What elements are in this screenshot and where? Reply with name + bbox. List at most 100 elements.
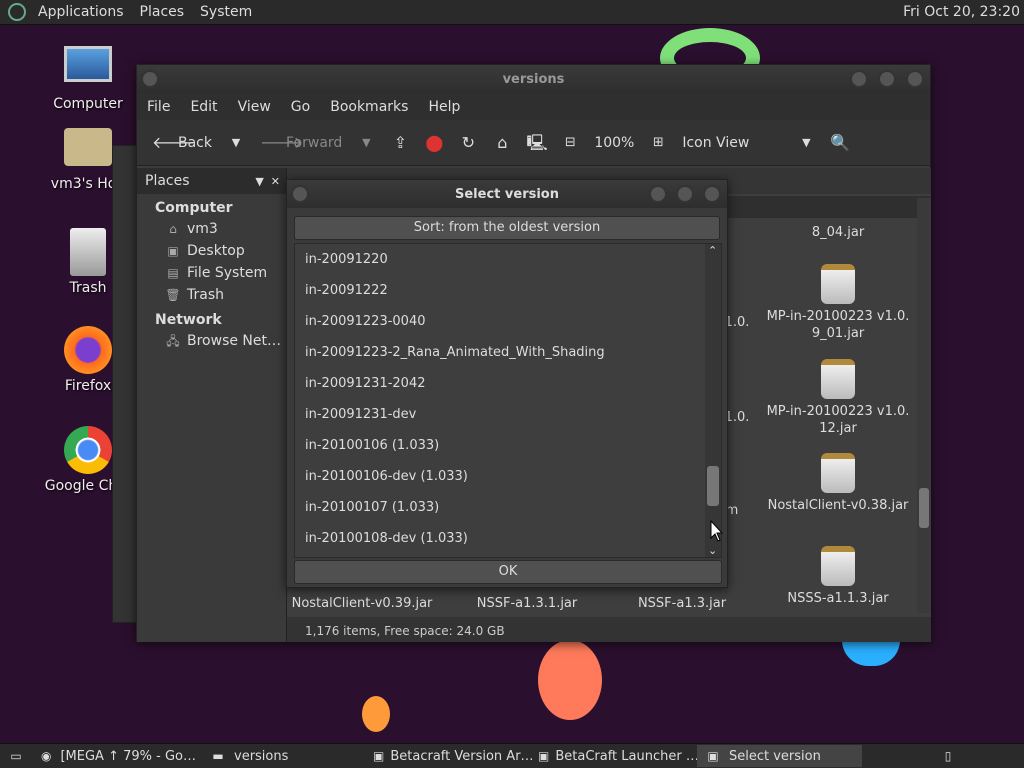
window-menu-button[interactable] xyxy=(291,185,309,203)
view-mode-dropdown[interactable]: ▼ xyxy=(791,133,821,153)
sidebar-item-browse-network[interactable]: 🖧 Browse Net… xyxy=(137,330,286,352)
ok-button[interactable]: OK xyxy=(294,560,722,584)
jar-file-icon xyxy=(821,546,855,586)
menu-system[interactable]: System xyxy=(192,4,260,20)
taskbar-item-versions[interactable]: ▬ versions xyxy=(202,745,367,767)
sidebar-item-desktop[interactable]: ▣ Desktop xyxy=(137,240,286,262)
app-icon: ▣ xyxy=(538,749,550,763)
menu-help[interactable]: Help xyxy=(418,99,470,115)
sidebar-header[interactable]: Places ▼ ✕ xyxy=(137,168,286,194)
zoom-in-button[interactable]: ⊞ xyxy=(643,133,673,153)
home-folder-icon xyxy=(64,128,112,166)
sidebar-item-vm3[interactable]: ⌂ vm3 xyxy=(137,218,286,240)
file-item[interactable]: NSSF-a1.3.1.jar xyxy=(452,595,602,612)
network-icon: 🖧 xyxy=(166,334,180,348)
minimize-button[interactable] xyxy=(850,70,868,88)
workspace-icon: ▯ xyxy=(944,749,952,763)
app-icon: ▣ xyxy=(373,749,385,763)
menu-places[interactable]: Places xyxy=(132,4,193,20)
version-list-scrollbar[interactable]: ⌃ ⌄ xyxy=(705,244,721,557)
home-button[interactable]: ⌂ xyxy=(487,133,517,153)
computer-button[interactable]: 🖳 xyxy=(521,133,551,153)
chrome-icon xyxy=(64,426,112,474)
sidebar-section-network: Network xyxy=(155,312,222,328)
search-button[interactable]: 🔍 xyxy=(825,133,855,153)
taskbar-item-select-version[interactable]: ▣ Select version xyxy=(697,745,862,767)
maximize-button[interactable] xyxy=(878,70,896,88)
app-icon: ▣ xyxy=(707,749,719,763)
menu-applications[interactable]: Applications xyxy=(30,4,132,20)
close-button[interactable] xyxy=(906,70,924,88)
file-item[interactable]: NSSF-a1.3.jar xyxy=(607,595,757,612)
minimize-button[interactable] xyxy=(649,185,667,203)
back-history-dropdown[interactable]: ▼ xyxy=(221,133,251,153)
chevron-down-icon[interactable]: ▼ ✕ xyxy=(255,175,280,188)
list-item[interactable]: in-20091222 xyxy=(295,275,721,306)
home-icon: ⌂ xyxy=(169,222,177,236)
zoom-out-button[interactable]: ⊟ xyxy=(555,133,585,153)
desktop-icon-label: Trash xyxy=(69,280,107,296)
forward-button[interactable]: 🡒 Forward xyxy=(255,133,347,153)
back-button[interactable]: 🡐 Back xyxy=(147,133,217,153)
list-item[interactable]: in-20100106 (1.033) xyxy=(295,430,721,461)
file-view-scrollbar[interactable] xyxy=(917,198,931,613)
computer-icon xyxy=(64,46,112,82)
sidebar-item-file-system[interactable]: ▤ File System xyxy=(137,262,286,284)
file-item[interactable]: NSSS-a1.1.3.jar xyxy=(763,546,913,607)
taskbar-item-betacraft-launcher[interactable]: ▣ BetaCraft Launcher … xyxy=(532,745,697,767)
up-button[interactable]: ⇪ xyxy=(385,133,415,153)
taskbar-item-mega[interactable]: ◉ [MEGA ↑ 79% - Go… xyxy=(32,745,202,767)
show-desktop-button[interactable]: ▭ xyxy=(0,745,32,767)
list-item[interactable]: in-20100106-dev (1.033) xyxy=(295,461,721,492)
reload-icon: ↻ xyxy=(461,132,476,152)
jar-file-icon xyxy=(821,453,855,493)
taskbar-item-betacraft-archive[interactable]: ▣ Betacraft Version Ar… xyxy=(367,745,532,767)
background-blob xyxy=(362,696,390,732)
list-item[interactable]: in-20100107 (1.033) xyxy=(295,492,721,523)
workspace-switcher[interactable]: ▯ xyxy=(932,745,964,767)
desktop-icon-computer[interactable]: Computer xyxy=(43,46,133,112)
list-item[interactable]: in-20091220 xyxy=(295,244,721,275)
taskbar: ▭ ◉ [MEGA ↑ 79% - Go… ▬ versions ▣ Betacraf… xyxy=(0,743,1024,768)
menu-view[interactable]: View xyxy=(228,99,281,115)
zoom-level[interactable]: 100% xyxy=(589,135,639,151)
forward-history-dropdown[interactable]: ▼ xyxy=(351,133,381,153)
file-item[interactable]: MP-in-20100223 v1.0. 12.jar xyxy=(763,359,913,437)
list-item[interactable]: in-20091231-2042 xyxy=(295,368,721,399)
dialog-titlebar[interactable]: Select version xyxy=(287,180,727,208)
sidebar-section-computer: Computer xyxy=(155,200,233,216)
view-mode-select[interactable]: Icon View xyxy=(677,135,787,151)
chevron-down-icon: ▼ xyxy=(231,135,241,149)
list-item[interactable]: in-20091231-dev xyxy=(295,399,721,430)
search-icon: 🔍 xyxy=(830,132,851,152)
window-menu-button[interactable] xyxy=(141,70,159,88)
list-item[interactable]: in-20091223-2_Rana_Animated_With_Shading xyxy=(295,337,721,368)
file-item[interactable]: 8_04.jar xyxy=(763,224,913,241)
zoom-out-icon: ⊟ xyxy=(564,134,576,150)
file-manager-titlebar[interactable]: versions xyxy=(137,65,930,93)
reload-button[interactable]: ↻ xyxy=(453,133,483,153)
menu-go[interactable]: Go xyxy=(281,99,320,115)
distro-logo-icon[interactable] xyxy=(8,3,26,21)
sort-order-button[interactable]: Sort: from the oldest version xyxy=(294,216,720,240)
file-item[interactable]: NostalClient-v0.38.jar xyxy=(763,453,913,514)
menu-edit[interactable]: Edit xyxy=(180,99,227,115)
firefox-icon xyxy=(64,326,112,374)
version-list[interactable]: in-20091220 in-20091222 in-20091223-0040… xyxy=(294,243,722,558)
maximize-button[interactable] xyxy=(676,185,694,203)
desktop-icon: ▣ xyxy=(167,244,179,258)
chevron-up-icon[interactable]: ⌃ xyxy=(708,244,717,257)
clock[interactable]: Fri Oct 20, 23:20 xyxy=(903,4,1020,20)
menu-bookmarks[interactable]: Bookmarks xyxy=(320,99,418,115)
scrollbar-thumb[interactable] xyxy=(707,466,719,506)
list-item[interactable]: in-20091223-0040 xyxy=(295,306,721,337)
list-item[interactable]: in-20100108-dev (1.033) xyxy=(295,523,721,554)
scrollbar-thumb[interactable] xyxy=(919,488,929,528)
close-button[interactable] xyxy=(703,185,721,203)
sidebar-item-trash[interactable]: 🗑 Trash xyxy=(137,284,286,306)
stop-button[interactable]: ⬤ xyxy=(419,133,449,153)
chevron-down-icon[interactable]: ⌄ xyxy=(708,544,717,557)
menu-file[interactable]: File xyxy=(137,99,180,115)
file-item[interactable]: MP-in-20100223 v1.0. 9_01.jar xyxy=(763,264,913,342)
file-item[interactable]: NostalClient-v0.39.jar xyxy=(287,595,437,612)
